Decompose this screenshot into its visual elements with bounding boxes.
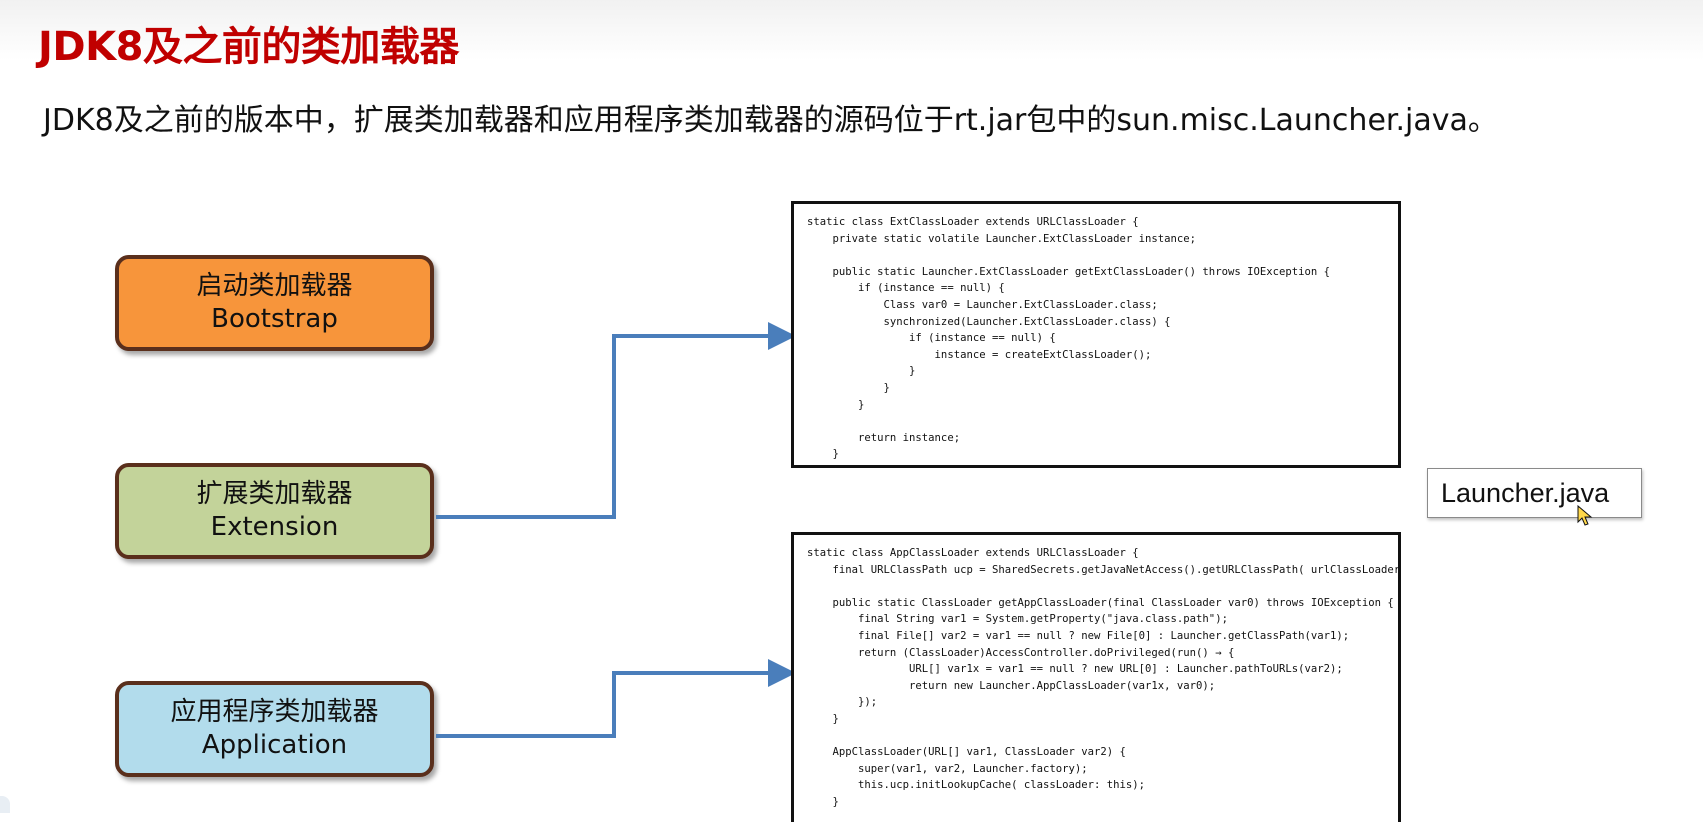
- app-classloader-code: static class AppClassLoader extends URLC…: [794, 535, 1398, 811]
- code-line: public static ClassLoader getAppClassLoa…: [807, 596, 1394, 609]
- code-line: super(var1, var2, Launcher.factory);: [807, 762, 1088, 775]
- code-line: return new Launcher.AppClassLoader(var1x…: [807, 679, 1216, 692]
- code-line: final File[] var2 = var1 == null ? new F…: [807, 629, 1350, 642]
- code-line: }: [807, 381, 890, 394]
- code-line: public static Launcher.ExtClassLoader ge…: [807, 265, 1331, 278]
- code-line: }: [807, 448, 839, 461]
- code-line: }: [807, 365, 916, 378]
- code-line: private static volatile Launcher.ExtClas…: [807, 232, 1197, 245]
- application-to-app-code-arrow: [436, 659, 796, 738]
- code-line: URL[] var1x = var1 == null ? new URL[0] …: [807, 663, 1343, 676]
- code-line: AppClassLoader(URL[] var1, ClassLoader v…: [807, 746, 1126, 759]
- code-line: instance = createExtClassLoader();: [807, 348, 1152, 361]
- launcher-file-label: Launcher.java: [1427, 468, 1642, 518]
- app-classloader-code-panel: static class AppClassLoader extends URLC…: [791, 532, 1401, 822]
- code-line: Class var0 = Launcher.ExtClassLoader.cla…: [807, 298, 1158, 311]
- code-line: this.ucp.initLookupCache( classLoader: t…: [807, 779, 1146, 792]
- code-line: }: [807, 712, 839, 725]
- mouse-cursor-icon: [1577, 505, 1593, 526]
- code-line: synchronized(Launcher.ExtClassLoader.cla…: [807, 315, 1171, 328]
- ext-classloader-code: static class ExtClassLoader extends URLC…: [794, 204, 1398, 463]
- code-line: static class AppClassLoader extends URLC…: [807, 547, 1139, 559]
- code-line: if (instance == null) {: [807, 332, 1056, 345]
- code-line: }: [807, 398, 865, 411]
- code-line: static class ExtClassLoader extends URLC…: [807, 216, 1139, 228]
- code-line: return instance;: [807, 431, 961, 444]
- code-line: if (instance == null) {: [807, 282, 1005, 295]
- extension-to-ext-code-arrow: [436, 322, 796, 519]
- ext-classloader-code-panel: static class ExtClassLoader extends URLC…: [791, 201, 1401, 468]
- corner-decoration: [0, 796, 10, 813]
- code-line: }: [807, 795, 839, 808]
- code-line: return (ClassLoader)AccessController.doP…: [807, 646, 1235, 659]
- code-line: });: [807, 696, 878, 709]
- code-line: final URLClassPath ucp = SharedSecrets.g…: [807, 563, 1401, 576]
- code-line: final String var1 = System.getProperty("…: [807, 613, 1228, 626]
